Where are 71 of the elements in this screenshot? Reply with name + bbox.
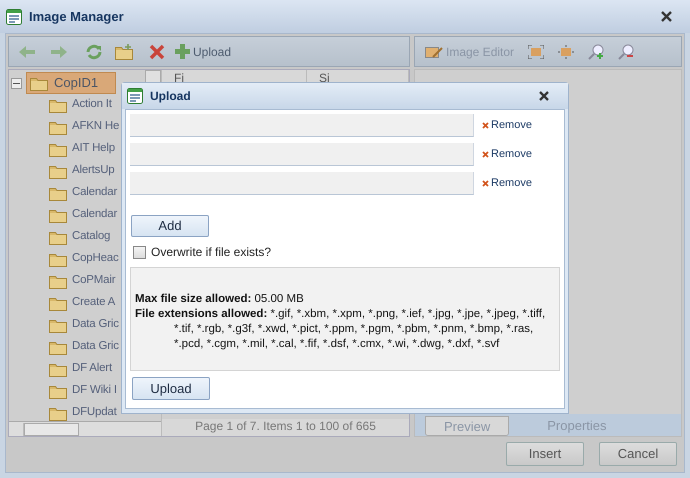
info-text: File extensions allowed: *.gif, *.xbm, *.xpm, *.png, *.ief, *.jpg, *.jpe, *.jpeg, *.tiff, *.tif, *.rgb, *.g3f, *.xwd, *.pict, *.ppm, *.pgm, *.pbm, *.pnm, *.bmp, *.ras, *.pcd, *.cgm, *.mil, *.cal, *.fif, *.dsf, *.cmx, *.wi, *.dwg, *.dxf, *.svf (135, 307, 546, 352)
folder-icon (49, 119, 67, 135)
tree-item[interactable]: AIT Help (47, 139, 115, 159)
dialog-button[interactable]: Cancel (599, 442, 677, 466)
folder-icon (49, 405, 67, 421)
tree-item[interactable]: CopID1 (26, 72, 116, 94)
tree-item[interactable]: Catalog (47, 227, 110, 247)
remove-link[interactable]: Remove (482, 175, 532, 192)
upload-button[interactable]: Upload (175, 42, 232, 60)
zoom-in-icon[interactable] (588, 44, 604, 60)
zoom-out-icon[interactable] (618, 44, 634, 60)
folder-icon (49, 163, 67, 179)
dialog-button[interactable]: Insert (506, 442, 584, 466)
file-field[interactable] (130, 143, 474, 166)
close-icon (661, 11, 672, 22)
collapse-toggle[interactable] (11, 78, 22, 88)
window-icon (6, 8, 22, 24)
folder-icon (49, 273, 67, 289)
folder-icon (49, 185, 67, 201)
tree-item[interactable]: AlertsUp (47, 161, 114, 181)
refresh-icon[interactable] (85, 42, 103, 60)
fit-image-icon[interactable] (528, 44, 544, 58)
folder-icon (49, 97, 67, 113)
pager-text: Page 1 of 7. Items 1 to 100 of 665 (162, 419, 409, 436)
tree-item[interactable]: Calendar (47, 183, 118, 203)
window-icon (127, 88, 143, 104)
folder-icon (49, 141, 67, 157)
plus-icon (175, 44, 190, 59)
folder-icon (49, 229, 67, 245)
folder-icon (49, 339, 67, 355)
folder-icon (49, 295, 67, 311)
tree-item[interactable]: Create A (47, 293, 116, 313)
remove-link[interactable]: Remove (482, 146, 532, 163)
tab[interactable]: Preview (425, 416, 510, 436)
tree-item[interactable]: DF Alert (47, 359, 112, 379)
tree-item[interactable]: CoPMair (47, 271, 116, 291)
tree-item[interactable]: Data Gric (47, 337, 119, 357)
dialog-title: Upload (150, 88, 191, 105)
folder-icon (49, 361, 67, 377)
file-field[interactable] (130, 172, 474, 195)
add-button[interactable]: Add (131, 215, 209, 237)
close-icon (539, 91, 549, 101)
tree-item[interactable]: DFUpdat (47, 403, 117, 421)
actual-size-icon[interactable] (558, 44, 574, 58)
remove-link[interactable]: Remove (482, 117, 532, 134)
close-button[interactable] (661, 11, 672, 22)
folder-icon (49, 207, 67, 223)
tree-item[interactable]: Calendar (47, 205, 118, 225)
folder-icon (49, 317, 67, 333)
remove-icon (482, 151, 489, 158)
tree-item[interactable]: Data Gric (47, 315, 119, 335)
tree-item[interactable]: DF Wiki I (47, 381, 117, 401)
tree-item[interactable]: CopHeac (47, 249, 119, 269)
remove-icon (482, 122, 489, 129)
new-folder-icon[interactable] (115, 44, 133, 60)
checkbox-label: Overwrite if file exists? (151, 244, 272, 261)
horizontal-scrollbar[interactable] (9, 421, 161, 436)
delete-icon[interactable] (149, 44, 165, 60)
folder-icon (30, 75, 48, 91)
file-field[interactable] (130, 114, 474, 137)
info-text: Max file size allowed: 05.00 MB (135, 292, 305, 307)
overwrite-checkbox[interactable] (133, 246, 146, 258)
tree-item[interactable]: AFKN He (47, 117, 120, 137)
upload-button[interactable]: Upload (132, 377, 210, 400)
remove-icon (482, 180, 489, 187)
close-button[interactable] (539, 91, 549, 101)
window-title: Image Manager (29, 8, 124, 26)
tree-item[interactable]: Action It (47, 95, 112, 115)
image-pencil-icon (425, 44, 443, 58)
folder-icon (49, 383, 67, 399)
folder-icon (49, 251, 67, 267)
